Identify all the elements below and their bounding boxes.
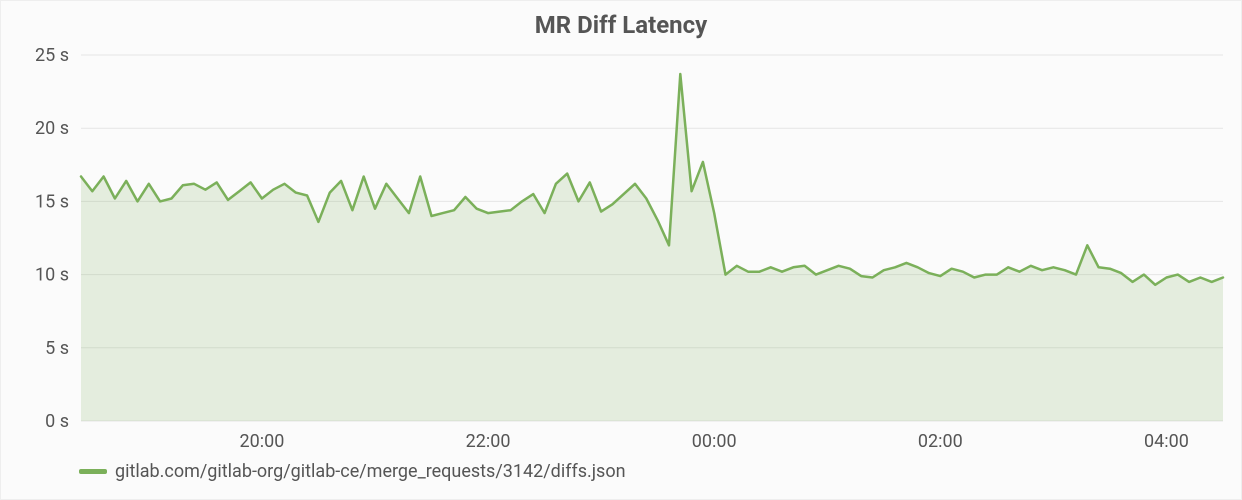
svg-text:10 s: 10 s bbox=[35, 265, 69, 286]
svg-text:02:00: 02:00 bbox=[918, 431, 963, 452]
legend-label: gitlab.com/gitlab-org/gitlab-ce/merge_re… bbox=[115, 461, 626, 482]
svg-text:22:00: 22:00 bbox=[466, 431, 511, 452]
legend-swatch bbox=[79, 469, 107, 474]
svg-text:00:00: 00:00 bbox=[692, 431, 737, 452]
x-axis: 20:00 22:00 00:00 02:00 04:00 bbox=[239, 431, 1188, 452]
svg-text:25 s: 25 s bbox=[35, 45, 69, 66]
y-axis: 0 s 5 s 10 s 15 s 20 s 25 s bbox=[35, 45, 69, 432]
series-area bbox=[81, 74, 1223, 421]
chart-title: MR Diff Latency bbox=[1, 11, 1241, 39]
legend[interactable]: gitlab.com/gitlab-org/gitlab-ce/merge_re… bbox=[1, 461, 1241, 486]
chart-plot[interactable]: 0 s 5 s 10 s 15 s 20 s 25 s 20:00 22:00 00:00 02… bbox=[1, 43, 1241, 461]
svg-text:20 s: 20 s bbox=[35, 118, 69, 139]
svg-text:5 s: 5 s bbox=[45, 338, 69, 359]
svg-text:20:00: 20:00 bbox=[239, 431, 284, 452]
chart-panel: MR Diff Latency 0 s 5 s 10 s 15 s 20 s 25 s 2… bbox=[0, 0, 1242, 500]
chart-svg: 0 s 5 s 10 s 15 s 20 s 25 s 20:00 22:00 00:00 02… bbox=[1, 43, 1242, 461]
svg-text:04:00: 04:00 bbox=[1144, 431, 1189, 452]
svg-text:0 s: 0 s bbox=[45, 411, 69, 432]
svg-text:15 s: 15 s bbox=[35, 191, 69, 212]
